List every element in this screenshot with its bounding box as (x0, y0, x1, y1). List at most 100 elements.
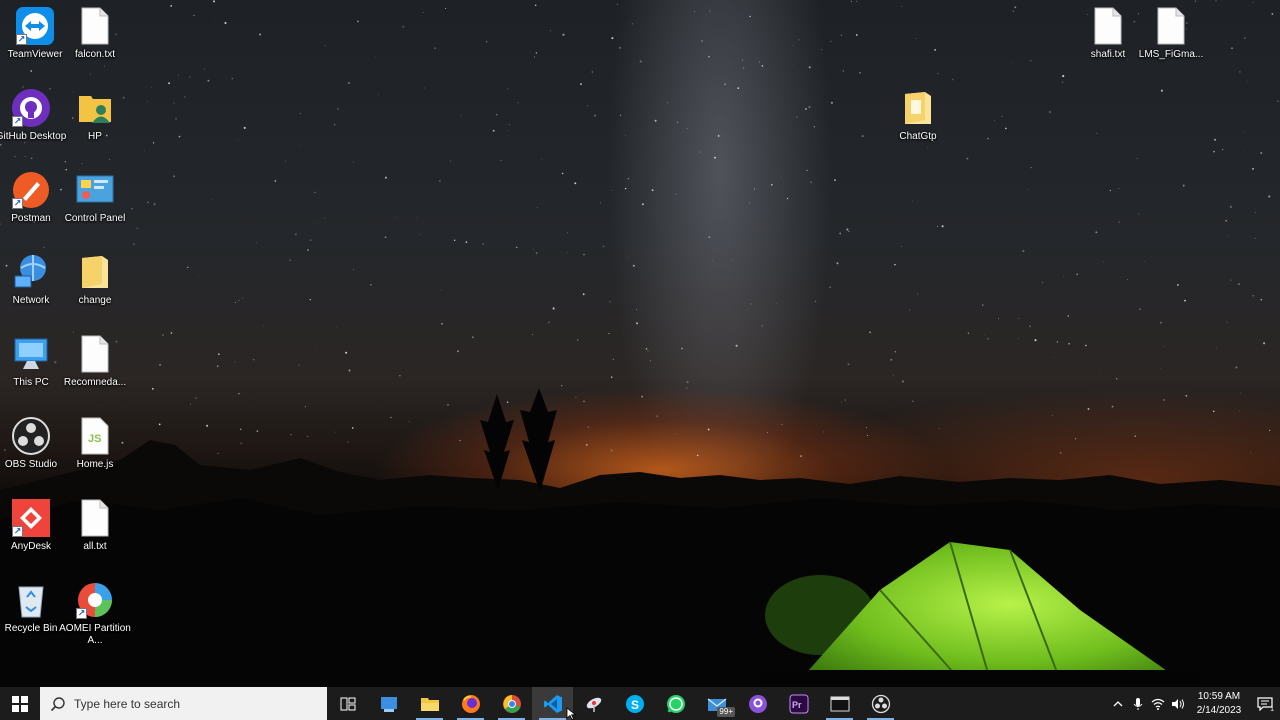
desktop-icon-shafi-txt[interactable]: shafi.txt (1073, 6, 1143, 82)
star (627, 257, 629, 259)
desktop-icon-change[interactable]: change (60, 252, 130, 328)
star (212, 199, 214, 201)
action-center-button[interactable]: 1 (1250, 687, 1280, 720)
star (175, 117, 177, 120)
taskbar-whatsapp[interactable] (655, 687, 696, 720)
star (399, 375, 401, 377)
star (1138, 213, 1140, 215)
taskbar-obs-studio[interactable] (860, 687, 901, 720)
desktop-icon-obs-studio[interactable]: OBS Studio (0, 416, 66, 492)
star (1239, 71, 1241, 73)
star (894, 263, 896, 266)
star (215, 16, 217, 18)
recycle-bin-icon (11, 580, 51, 620)
star (619, 114, 622, 116)
star (915, 37, 917, 39)
desktop-icon-control-panel[interactable]: Control Panel (60, 170, 130, 246)
star (709, 10, 711, 12)
taskbar-app[interactable] (368, 687, 409, 720)
star (131, 207, 134, 210)
star (234, 361, 236, 363)
start-button[interactable] (0, 687, 40, 720)
desktop-icon-github-desktop[interactable]: ↗ GitHub Desktop (0, 88, 66, 164)
star (639, 60, 642, 63)
star (1014, 6, 1017, 9)
taskbar-search-box[interactable]: Type here to search (40, 687, 327, 720)
star (667, 102, 668, 104)
star (847, 363, 850, 366)
star (132, 243, 135, 246)
star (374, 56, 376, 58)
desktop-icon-falcon-txt[interactable]: falcon.txt (60, 6, 130, 82)
star (457, 350, 460, 353)
star (1215, 0, 1217, 2)
star (574, 182, 577, 185)
star (1244, 131, 1245, 132)
taskbar-premiere-pro[interactable]: Pr (778, 687, 819, 720)
desktop-icon-recomneda[interactable]: Recomneda... (60, 334, 130, 410)
desktop-icon-network[interactable]: Network (0, 252, 66, 328)
wifi-button[interactable] (1148, 687, 1168, 720)
desktop-icon-recycle-bin[interactable]: Recycle Bin (0, 580, 66, 656)
desktop-icon-hp[interactable]: HP (60, 88, 130, 164)
star (198, 274, 200, 276)
svg-text:S: S (631, 698, 639, 712)
desktop-icon-postman[interactable]: ↗ Postman (0, 170, 66, 246)
star (724, 83, 727, 86)
microphone-icon (1133, 697, 1143, 710)
taskbar-terminal[interactable] (819, 687, 860, 720)
taskbar-satellite-app[interactable] (573, 687, 614, 720)
microphone-button[interactable] (1128, 687, 1148, 720)
star (967, 332, 970, 334)
taskbar-clock[interactable]: 10:59 AM 2/14/2023 (1188, 690, 1250, 718)
star (1226, 321, 1228, 323)
star (842, 70, 845, 72)
star (901, 246, 903, 247)
star (1268, 195, 1271, 198)
volume-button[interactable] (1168, 687, 1188, 720)
desktop-icon-chatgtp[interactable]: ChatGtp (883, 88, 953, 164)
this-pc-icon (11, 334, 51, 374)
desktop-icon-home-js[interactable]: JS Home.js (60, 416, 130, 492)
star (619, 47, 621, 49)
desktop-icon-all-txt[interactable]: all.txt (60, 498, 130, 574)
star (453, 239, 456, 242)
taskbar-github-desktop[interactable] (737, 687, 778, 720)
star (173, 102, 175, 104)
taskbar-file-explorer[interactable] (409, 687, 450, 720)
star (535, 252, 538, 254)
taskbar-firefox[interactable] (450, 687, 491, 720)
star (238, 300, 240, 301)
star (337, 108, 339, 110)
taskbar-chrome[interactable] (491, 687, 532, 720)
taskbar-skype[interactable]: S (614, 687, 655, 720)
github-desktop-icon: ↗ (11, 88, 51, 128)
star (508, 123, 511, 126)
star (424, 87, 426, 89)
star (536, 206, 539, 209)
desktop-icon-label: falcon.txt (74, 49, 116, 60)
star (813, 126, 816, 128)
desktop-icon-label: Home.js (76, 459, 114, 470)
star (1159, 367, 1161, 369)
star (806, 169, 808, 172)
star (460, 114, 462, 116)
star (143, 150, 145, 152)
desktop-icon-anydesk[interactable]: ↗ AnyDesk (0, 498, 66, 574)
star (608, 332, 610, 335)
star (761, 324, 763, 327)
star (796, 116, 798, 118)
terminal-icon (830, 696, 849, 711)
taskbar-mail[interactable]: 99+ (696, 687, 737, 720)
show-hidden-icons-button[interactable] (1108, 687, 1128, 720)
desktop-background: ↗ TeamViewer falcon.txt ↗ GitHub Desktop… (0, 0, 1280, 687)
desktop-icon-aomei[interactable]: ↗ AOMEI Partition A... (59, 580, 131, 656)
star (402, 25, 405, 28)
star (1263, 342, 1266, 345)
taskbar-task-view[interactable] (327, 687, 368, 720)
star (533, 248, 535, 250)
desktop-icon-this-pc[interactable]: This PC (0, 334, 66, 410)
desktop-icon-lms-figma[interactable]: LMS_FiGma... (1136, 6, 1206, 82)
star (624, 187, 627, 190)
star (243, 126, 246, 129)
